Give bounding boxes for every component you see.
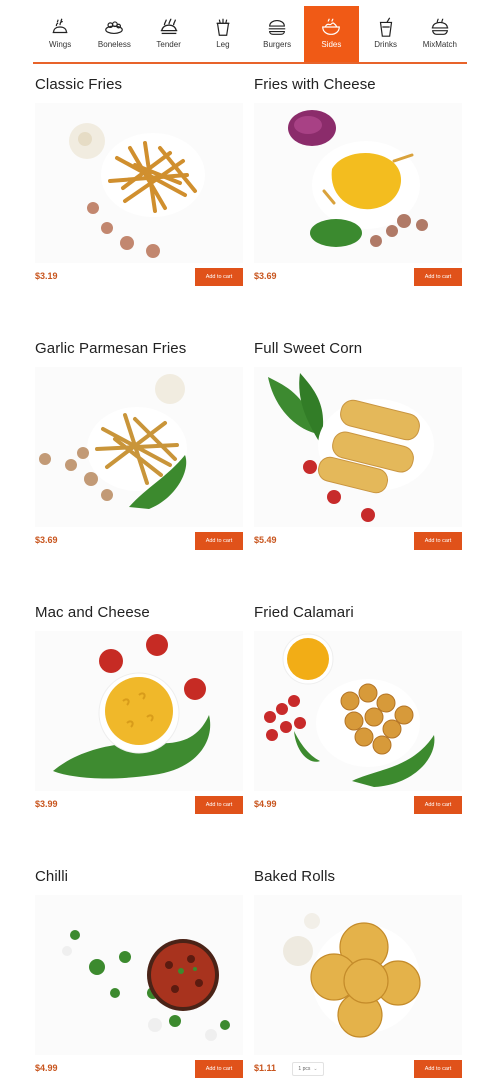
add-to-cart-button[interactable]: Add to cart [195, 796, 243, 814]
product-title: Full Sweet Corn [254, 340, 363, 357]
mixmatch-icon [431, 18, 449, 35]
product-card: Fries with Cheese $3.69 Add to cart [254, 75, 462, 286]
corn-image [268, 373, 434, 522]
nav-item-sides[interactable]: Sides [304, 6, 359, 62]
nav-label: Burgers [263, 40, 292, 49]
nav-item-boneless[interactable]: Boneless [87, 6, 141, 62]
nav-item-wings[interactable]: Wings [33, 6, 87, 62]
product-title: Chilli [35, 868, 69, 885]
chevron-down-icon: ⌄ [313, 1066, 318, 1072]
product-price: $4.99 [35, 1063, 58, 1073]
product-image[interactable] [254, 631, 462, 791]
chilli-image [62, 930, 230, 1041]
nav-label: MixMatch [422, 40, 457, 49]
boneless-icon [105, 21, 124, 35]
product-price: $3.99 [35, 799, 58, 809]
nav-label: Leg [216, 40, 230, 49]
nav-label: Sides [321, 40, 342, 49]
leg-icon [216, 18, 230, 36]
nav-item-drinks[interactable]: Drinks [359, 6, 413, 62]
fries-image [69, 123, 205, 258]
mac-cheese-image [53, 634, 211, 779]
product-card: Baked Rolls $1.11 1 pcs ⌄ Add to cart [254, 867, 462, 1078]
product-card: Garlic Parmesan Fries $3.69 Add to cart [35, 339, 243, 550]
product-image[interactable] [254, 895, 462, 1055]
nav-item-tender[interactable]: Tender [142, 6, 196, 62]
product-card: Chilli $4.99 Add to cart [35, 867, 243, 1078]
product-title: Classic Fries [35, 76, 123, 93]
product-image[interactable] [254, 367, 462, 527]
product-title: Baked Rolls [254, 868, 336, 885]
nav-label: Boneless [97, 40, 131, 49]
product-title: Fries with Cheese [254, 76, 376, 93]
nav-label: Wings [49, 40, 72, 49]
wings-icon [52, 18, 68, 34]
product-title: Fried Calamari [254, 604, 354, 621]
nav-item-leg[interactable]: Leg [196, 6, 250, 62]
nav-item-mixmatch[interactable]: MixMatch [413, 6, 467, 62]
product-image[interactable] [35, 367, 243, 527]
garlic-fries-image [39, 374, 187, 509]
drink-icon [379, 17, 392, 37]
product-title: Garlic Parmesan Fries [35, 340, 187, 357]
add-to-cart-button[interactable]: Add to cart [414, 1060, 462, 1078]
nav-divider [33, 62, 467, 64]
product-price: $3.19 [35, 271, 58, 281]
product-image[interactable] [35, 631, 243, 791]
burger-icon [268, 19, 286, 35]
product-card: Full Sweet Corn $5.49 Add to cart [254, 339, 462, 550]
calamari-image [264, 633, 435, 787]
product-card: Classic Fries $3.19 Add to cart [35, 75, 243, 286]
add-to-cart-button[interactable]: Add to cart [414, 268, 462, 286]
product-price: $3.69 [254, 271, 277, 281]
add-to-cart-button[interactable]: Add to cart [414, 532, 462, 550]
category-nav: Wings Boneless Tender Leg Burgers Sides [33, 6, 467, 62]
product-price: $4.99 [254, 799, 277, 809]
cheese-fries-image [288, 110, 428, 247]
product-price: $1.11 [254, 1063, 277, 1073]
nav-label: Tender [156, 40, 181, 49]
add-to-cart-button[interactable]: Add to cart [414, 796, 462, 814]
nav-label: Drinks [374, 40, 397, 49]
add-to-cart-button[interactable]: Add to cart [195, 532, 243, 550]
product-image[interactable] [254, 103, 462, 263]
product-price: $3.69 [35, 535, 58, 545]
quantity-value: 1 pcs [298, 1066, 311, 1072]
product-card: Fried Calamari $4.99 Add to cart [254, 603, 462, 814]
product-image[interactable] [35, 895, 243, 1055]
add-to-cart-button[interactable]: Add to cart [195, 268, 243, 286]
product-title: Mac and Cheese [35, 604, 150, 621]
nav-item-burgers[interactable]: Burgers [250, 6, 304, 62]
tender-icon [160, 18, 177, 35]
add-to-cart-button[interactable]: Add to cart [195, 1060, 243, 1078]
product-image[interactable] [35, 103, 243, 263]
rolls-image [283, 913, 421, 1038]
sides-icon [322, 18, 341, 35]
quantity-select[interactable]: 1 pcs ⌄ [292, 1062, 324, 1076]
product-price: $5.49 [254, 535, 277, 545]
product-card: Mac and Cheese $3.99 Add to cart [35, 603, 243, 814]
